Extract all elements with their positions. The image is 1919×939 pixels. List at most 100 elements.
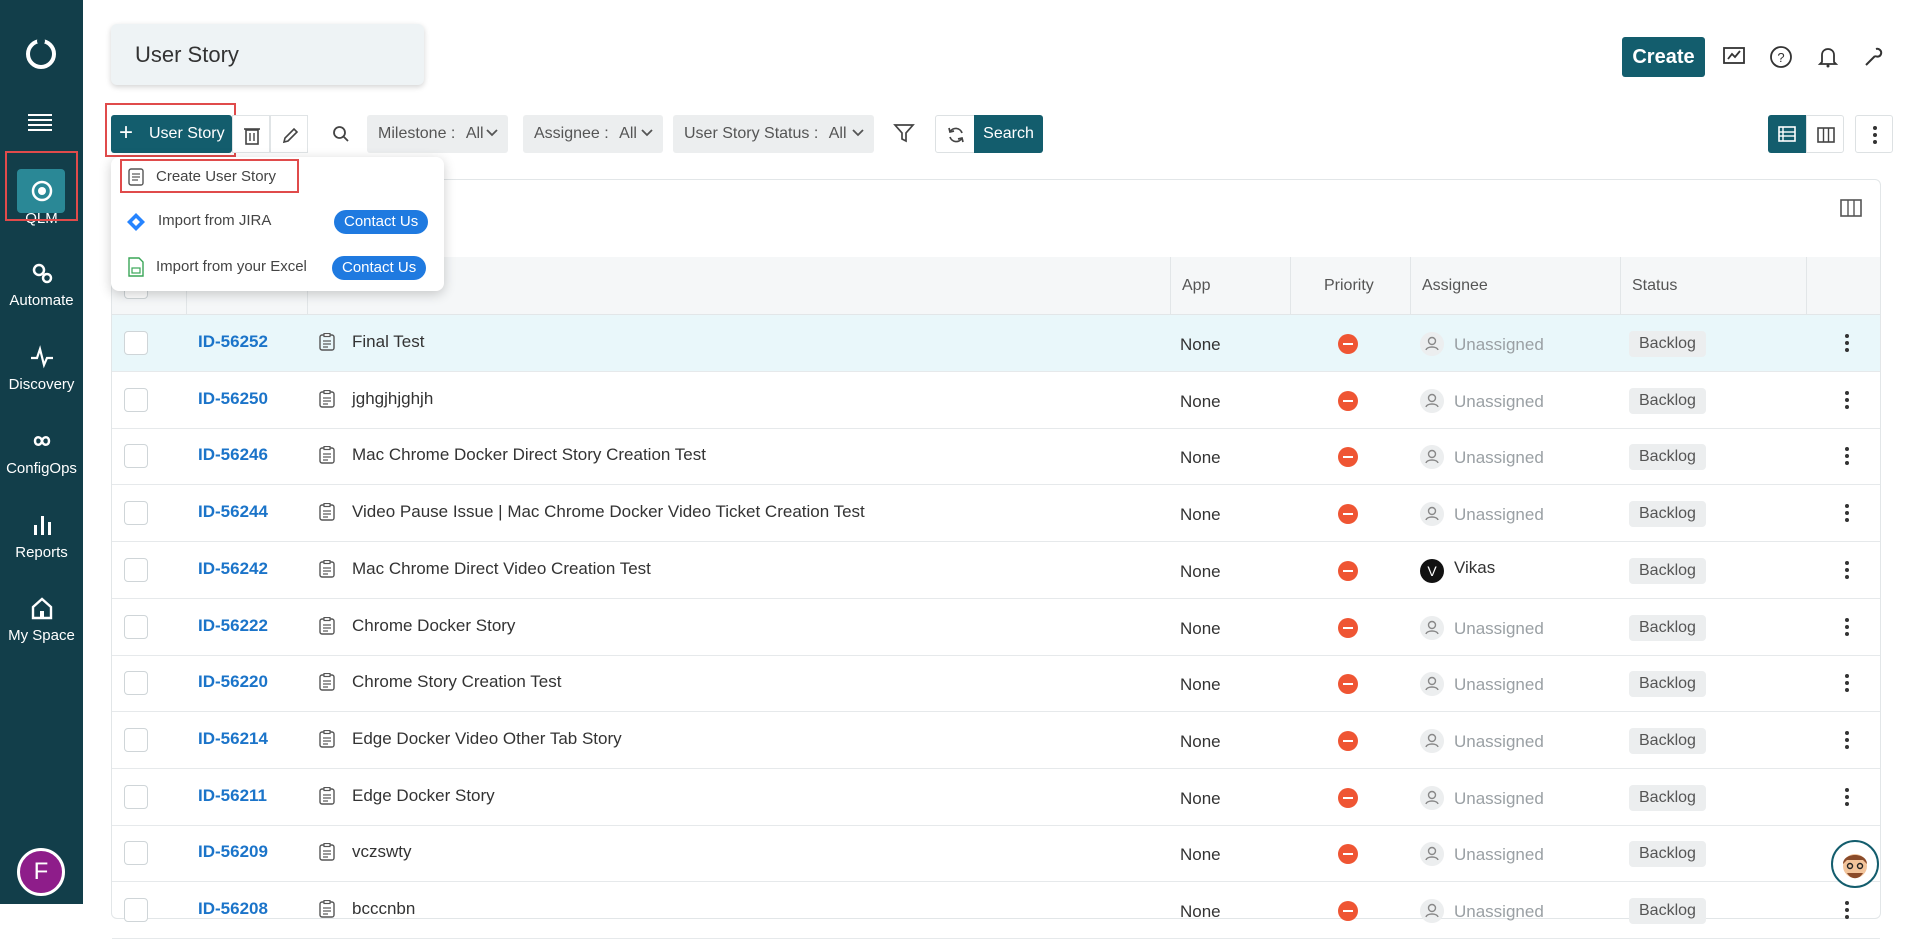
- row-kebab-icon[interactable]: [1844, 900, 1850, 920]
- story-name[interactable]: Chrome Docker Story: [352, 616, 515, 636]
- contact-us-button[interactable]: Contact Us: [334, 210, 429, 234]
- filter-icon[interactable]: [893, 122, 915, 144]
- milestone-filter[interactable]: Milestone : All: [367, 115, 508, 153]
- priority-icon[interactable]: [1338, 447, 1358, 468]
- column-header-app[interactable]: App: [1182, 277, 1210, 295]
- story-id-link[interactable]: ID-56209: [198, 842, 268, 862]
- table-row[interactable]: ID-56246 Mac Chrome Docker Direct Story C…: [112, 428, 1880, 486]
- delete-button[interactable]: [232, 115, 270, 153]
- column-header-status[interactable]: Status: [1632, 277, 1677, 295]
- row-kebab-icon[interactable]: [1844, 673, 1850, 693]
- feedback-icon[interactable]: [1722, 45, 1746, 69]
- column-header-assignee[interactable]: Assignee: [1422, 277, 1488, 295]
- search-icon[interactable]: [332, 125, 350, 143]
- story-name[interactable]: Video Pause Issue | Mac Chrome Docker Vi…: [352, 502, 865, 522]
- row-kebab-icon[interactable]: [1844, 560, 1850, 580]
- priority-icon[interactable]: [1338, 730, 1358, 751]
- story-id-link[interactable]: ID-56252: [198, 332, 268, 352]
- menu-item-import-excel[interactable]: Import from your Excel Contact Us: [111, 247, 444, 287]
- user-story-status-filter[interactable]: User Story Status : All: [673, 115, 874, 153]
- status-badge[interactable]: Backlog: [1629, 614, 1706, 641]
- story-name[interactable]: jghgjhjghjh: [352, 389, 433, 409]
- sidebar-item-reports[interactable]: Reports: [0, 512, 83, 561]
- row-checkbox[interactable]: [124, 614, 148, 639]
- story-id-link[interactable]: ID-56211: [198, 786, 267, 806]
- bell-icon[interactable]: [1816, 45, 1840, 69]
- story-id-link[interactable]: ID-56246: [198, 445, 268, 465]
- table-row[interactable]: ID-56250 jghgjhjghjh None Unassigned Backlog: [112, 372, 1880, 429]
- sidebar-item-my-space[interactable]: My Space: [0, 595, 83, 644]
- help-icon[interactable]: ?: [1769, 45, 1793, 69]
- story-name[interactable]: Edge Docker Story: [352, 786, 495, 806]
- story-name[interactable]: Edge Docker Video Other Tab Story: [352, 729, 622, 749]
- refresh-button[interactable]: [935, 115, 975, 153]
- row-checkbox[interactable]: [124, 671, 148, 696]
- assignee-name[interactable]: Unassigned: [1454, 675, 1544, 695]
- table-row[interactable]: ID-56222 Chrome Docker Story None Unassigne…: [112, 599, 1880, 656]
- assignee-name[interactable]: Unassigned: [1454, 732, 1544, 752]
- list-view-button[interactable]: [1768, 115, 1806, 153]
- row-kebab-icon[interactable]: [1844, 390, 1850, 410]
- story-name[interactable]: vczswty: [352, 842, 412, 862]
- menu-item-create-user-story[interactable]: Create User Story: [111, 157, 444, 197]
- table-row[interactable]: ID-56209 vczswty None Unassigned Backlog: [112, 825, 1880, 883]
- story-name[interactable]: Final Test: [352, 332, 424, 352]
- assignee-name[interactable]: Unassigned: [1454, 789, 1544, 809]
- table-row[interactable]: ID-56208 bcccnbn None Unassigned Backlog: [112, 882, 1880, 939]
- story-id-link[interactable]: ID-56242: [198, 559, 268, 579]
- assignee-name[interactable]: Unassigned: [1454, 335, 1544, 355]
- more-options-button[interactable]: [1855, 115, 1893, 153]
- status-badge[interactable]: Backlog: [1629, 898, 1706, 924]
- create-button[interactable]: Create: [1622, 37, 1705, 77]
- row-checkbox[interactable]: [124, 898, 148, 922]
- row-checkbox[interactable]: [124, 784, 148, 809]
- priority-icon[interactable]: [1338, 560, 1358, 581]
- status-badge[interactable]: Backlog: [1629, 501, 1706, 528]
- priority-icon[interactable]: [1338, 504, 1358, 525]
- assignee-name[interactable]: Unassigned: [1454, 505, 1544, 525]
- row-kebab-icon[interactable]: [1844, 787, 1850, 807]
- row-kebab-icon[interactable]: [1844, 503, 1850, 523]
- assignee-name[interactable]: Unassigned: [1454, 619, 1544, 639]
- row-checkbox[interactable]: [124, 331, 148, 355]
- priority-icon[interactable]: [1338, 334, 1358, 354]
- assignee-filter[interactable]: Assignee : All: [523, 115, 663, 153]
- priority-icon[interactable]: [1338, 617, 1358, 638]
- row-kebab-icon[interactable]: [1844, 333, 1850, 353]
- table-row[interactable]: ID-56211 Edge Docker Story None Unassigned B…: [112, 769, 1880, 826]
- table-row[interactable]: ID-56220 Chrome Story Creation Test None Un…: [112, 655, 1880, 713]
- row-kebab-icon[interactable]: [1844, 446, 1850, 466]
- story-name[interactable]: bcccnbn: [352, 899, 415, 919]
- story-name[interactable]: Chrome Story Creation Test: [352, 672, 561, 692]
- app-logo-icon[interactable]: [24, 37, 58, 71]
- row-checkbox[interactable]: [124, 557, 148, 582]
- priority-icon[interactable]: [1338, 674, 1358, 695]
- menu-item-import-jira[interactable]: Import from JIRA Contact Us: [111, 201, 444, 241]
- table-row[interactable]: ID-56214 Edge Docker Video Other Tab Stor…: [112, 712, 1880, 769]
- table-row[interactable]: ID-56252 Final Test None Unassigned Backlog: [112, 315, 1880, 372]
- story-name[interactable]: Mac Chrome Direct Video Creation Test: [352, 559, 651, 579]
- status-badge[interactable]: Backlog: [1629, 784, 1706, 811]
- status-badge[interactable]: Backlog: [1629, 671, 1706, 698]
- story-id-link[interactable]: ID-56222: [198, 616, 268, 636]
- row-kebab-icon[interactable]: [1844, 730, 1850, 750]
- columns-icon[interactable]: [1840, 198, 1862, 218]
- status-badge[interactable]: Backlog: [1629, 727, 1706, 754]
- row-checkbox[interactable]: [124, 444, 148, 469]
- column-header-priority[interactable]: Priority: [1324, 277, 1374, 295]
- status-badge[interactable]: Backlog: [1629, 841, 1706, 868]
- row-checkbox[interactable]: [124, 727, 148, 752]
- contact-us-button[interactable]: Contact Us: [332, 256, 427, 280]
- status-badge[interactable]: Backlog: [1629, 444, 1706, 471]
- board-view-button[interactable]: [1806, 115, 1844, 153]
- story-id-link[interactable]: ID-56214: [198, 729, 268, 749]
- menu-icon[interactable]: [28, 112, 52, 132]
- sidebar-item-configops[interactable]: ConfigOps: [0, 428, 83, 477]
- priority-icon[interactable]: [1338, 390, 1358, 411]
- priority-icon[interactable]: [1338, 901, 1358, 921]
- row-kebab-icon[interactable]: [1844, 617, 1850, 637]
- assistant-bot-button[interactable]: [1831, 840, 1879, 888]
- story-id-link[interactable]: ID-56220: [198, 672, 268, 692]
- assignee-name[interactable]: Unassigned: [1454, 902, 1544, 922]
- table-row[interactable]: ID-56242 Mac Chrome Direct Video Creation…: [112, 542, 1880, 599]
